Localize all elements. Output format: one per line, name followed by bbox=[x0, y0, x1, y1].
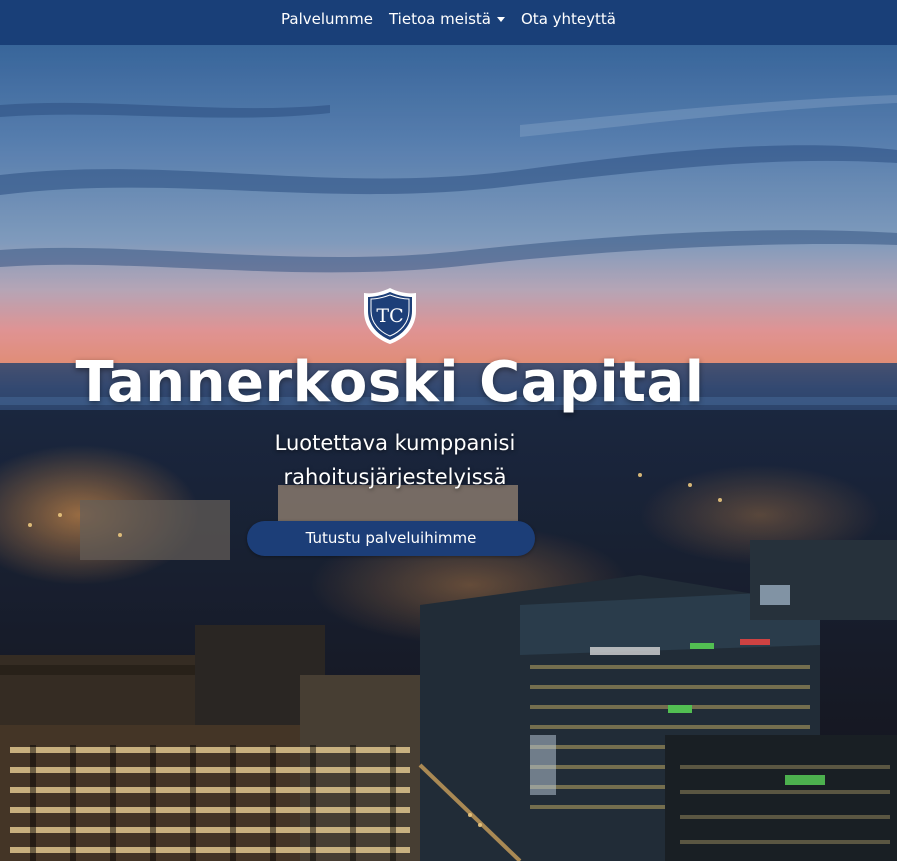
hero-subtitle-line1: Luotettava kumppanisi bbox=[274, 431, 516, 455]
top-navbar: Palvelumme Tietoa meistä Ota yhteyttä bbox=[0, 0, 897, 45]
nav-link-tietoa-meista[interactable]: Tietoa meistä bbox=[389, 10, 505, 28]
chevron-down-icon bbox=[497, 16, 505, 22]
nav-link-tietoa-meista-label: Tietoa meistä bbox=[388, 9, 491, 28]
nav-menu: Palvelumme Tietoa meistä Ota yhteyttä bbox=[281, 10, 616, 28]
hero-subtitle-line2: rahoitusjärjestelyissä bbox=[283, 465, 507, 489]
shield-crest-icon: TC bbox=[364, 288, 416, 344]
page: Palvelumme Tietoa meistä Ota yhteyttä TC… bbox=[0, 0, 897, 861]
hero-content: TC Tannerkoski Capital Luotettava kumppa… bbox=[0, 45, 897, 861]
hero-subtitle: Luotettava kumppanisi rahoitusjärjestely… bbox=[195, 426, 595, 494]
logo-monogram: TC bbox=[376, 305, 403, 327]
nav-link-palvelumme[interactable]: Palvelumme bbox=[281, 10, 373, 28]
nav-link-ota-yhteytta[interactable]: Ota yhteyttä bbox=[521, 10, 616, 28]
hero-section: TC Tannerkoski Capital Luotettava kumppa… bbox=[0, 45, 897, 861]
explore-services-button[interactable]: Tutustu palveluihimme bbox=[247, 521, 535, 556]
hero-title: Tannerkoski Capital bbox=[75, 350, 705, 415]
